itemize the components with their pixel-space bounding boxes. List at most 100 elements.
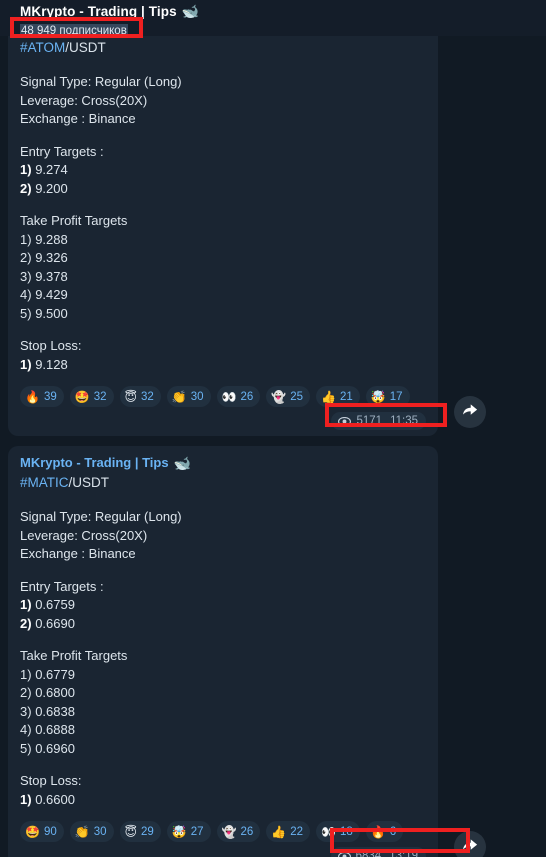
reaction-emoji: 🤯 [171, 824, 187, 839]
entry-target-value: 0.6690 [35, 615, 75, 631]
tp-number: 1) [20, 231, 32, 247]
subscriber-count: 48 949 подписчиков [20, 24, 128, 38]
take-profit-item: 2) 0.6800 [20, 684, 426, 703]
forward-button[interactable] [454, 831, 486, 857]
sl-value: 9.128 [35, 356, 68, 372]
take-profit-item: 1) 0.6779 [20, 666, 426, 685]
reaction-emoji: 👀 [221, 389, 237, 404]
reaction-emoji: 👻 [271, 389, 287, 404]
reaction-emoji: 🔥 [25, 389, 40, 404]
reaction-emoji: 👍 [271, 824, 287, 839]
message-bubble[interactable]: #ATOM/USDT Signal Type: Regular (Long) L… [8, 36, 438, 436]
tp-value: 0.6838 [35, 703, 75, 719]
entry-target-item: 1) 9.274 [20, 161, 426, 180]
entry-target-number: 2) [20, 615, 32, 631]
exchange-line: Exchange : Binance [20, 111, 136, 126]
tp-number: 5) [20, 305, 32, 321]
tp-number: 3) [20, 268, 32, 284]
eye-icon [337, 851, 351, 857]
reaction-pill[interactable]: 👻 26 [216, 821, 261, 842]
reaction-pill[interactable]: 👍 21 [316, 386, 360, 407]
views-time-pill: 5171 11:35 [331, 412, 426, 430]
entry-target-value: 9.200 [35, 180, 68, 196]
reaction-pill[interactable]: 🔥 6 [365, 821, 404, 842]
pair-suffix: /USDT [68, 475, 110, 490]
reaction-emoji: 👻 [221, 824, 237, 839]
view-count: 5171 [356, 415, 383, 427]
tp-value: 9.500 [35, 305, 68, 321]
views-time-pill: 6834 13:19 [330, 847, 426, 857]
message-author-name: MKrypto - Trading | Tips [20, 455, 169, 470]
channel-title-row: MKrypto - Trading | Tips 🐋 [20, 2, 546, 21]
tp-value: 9.429 [35, 287, 68, 302]
message-meta-row: 6834 13:19 [20, 847, 426, 857]
stop-loss-item: 1) 9.128 [20, 356, 426, 375]
reaction-count: 26 [240, 825, 254, 838]
reaction-pill[interactable]: 👏 30 [69, 821, 114, 842]
reaction-pill[interactable]: 👻 25 [266, 386, 311, 407]
message-bubble[interactable]: MKrypto - Trading | Tips 🐋 #MATIC/USDT S… [8, 446, 438, 857]
reaction-emoji: 👏 [74, 824, 90, 839]
signal-type-line: Signal Type: Regular (Long) [20, 509, 182, 524]
reaction-emoji: 😇 [124, 389, 138, 404]
take-profit-item: 5) 0.6960 [20, 740, 426, 759]
tp-value: 0.6800 [35, 685, 75, 700]
reaction-bar: 🤩 90 👏 30 😇 29 🤯 27 👻 26 👍 22 👀 18 🔥 6 [20, 821, 426, 842]
reaction-emoji: 😇 [124, 824, 138, 839]
reaction-count: 25 [290, 390, 304, 403]
pair-hashtag[interactable]: #ATOM [20, 40, 65, 55]
reaction-count: 27 [190, 825, 204, 838]
entry-target-item: 2) 9.200 [20, 180, 426, 199]
tp-number: 3) [20, 703, 32, 719]
entry-target-item: 1) 0.6759 [20, 596, 426, 615]
take-profit-heading: Take Profit Targets [20, 648, 128, 663]
reaction-pill[interactable]: 😇 29 [119, 821, 161, 842]
channel-header[interactable]: MKrypto - Trading | Tips 🐋 48 949 подпис… [0, 0, 546, 38]
reaction-pill[interactable]: 👏 30 [166, 386, 211, 407]
reaction-count: 17 [389, 390, 403, 403]
reaction-pill[interactable]: 🔥 39 [20, 386, 64, 407]
pair-hashtag[interactable]: #MATIC [20, 475, 69, 490]
reaction-count: 22 [290, 825, 304, 838]
take-profit-heading: Take Profit Targets [20, 213, 128, 228]
take-profit-item: 3) 9.378 [20, 268, 426, 287]
message-list[interactable]: #ATOM/USDT Signal Type: Regular (Long) L… [0, 36, 546, 857]
tp-number: 2) [20, 685, 32, 700]
reaction-pill[interactable]: 😇 32 [119, 386, 161, 407]
pair-suffix: /USDT [65, 40, 106, 55]
reaction-bar: 🔥 39 🤩 32 😇 32 👏 30 👀 26 👻 25 👍 21 🤯 17 [20, 386, 426, 407]
reaction-count: 90 [43, 825, 57, 838]
forward-button[interactable] [454, 396, 486, 428]
tp-value: 0.6888 [35, 722, 75, 737]
forward-arrow-icon [462, 402, 478, 422]
stop-loss-heading: Stop Loss: [20, 338, 82, 353]
reaction-emoji: 🔥 [370, 824, 386, 839]
reaction-emoji: 👍 [321, 389, 337, 404]
tp-number: 2) [20, 250, 32, 265]
sl-value: 0.6600 [35, 791, 75, 807]
reaction-emoji: 🤩 [74, 389, 90, 404]
reaction-count: 6 [389, 825, 397, 838]
reaction-pill[interactable]: 👀 26 [216, 386, 261, 407]
reaction-pill[interactable]: 👀 18 [316, 821, 360, 842]
reaction-emoji: 🤩 [25, 824, 40, 839]
entry-target-number: 1) [20, 162, 32, 177]
channel-title: MKrypto - Trading | Tips [20, 4, 177, 19]
reaction-pill[interactable]: 🤩 90 [20, 821, 64, 842]
tp-value: 0.6779 [35, 666, 75, 682]
reaction-pill[interactable]: 🤯 17 [365, 386, 410, 407]
reaction-pill[interactable]: 🤩 32 [69, 386, 114, 407]
take-profit-item: 2) 9.326 [20, 249, 426, 268]
take-profit-item: 4) 9.429 [20, 286, 426, 305]
reaction-pill[interactable]: 👍 22 [266, 821, 311, 842]
reaction-pill[interactable]: 🤯 27 [166, 821, 211, 842]
take-profit-item: 5) 9.500 [20, 305, 426, 324]
stop-loss-item: 1) 0.6600 [20, 791, 426, 810]
